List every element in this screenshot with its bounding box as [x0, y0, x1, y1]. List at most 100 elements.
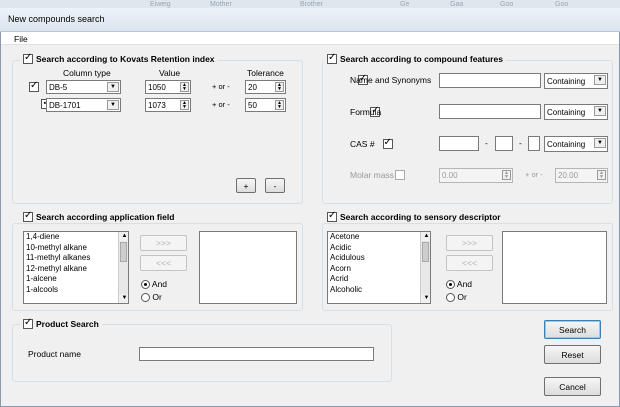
spin-arrows-icon[interactable]: ▲ ▼ — [180, 100, 189, 110]
cas-separator-2: - — [519, 138, 522, 148]
formula-label: Formula — [350, 107, 382, 117]
list-item[interactable]: Acorn — [328, 264, 430, 275]
cas-part-1-input[interactable] — [439, 136, 479, 151]
value-input-1[interactable]: 1050 ▲ ▼ — [145, 80, 191, 94]
list-item[interactable]: Alcoholic — [328, 285, 430, 296]
molar-mass-input[interactable]: 0.00 ▲ ▼ — [439, 168, 513, 183]
spin-arrows-icon[interactable]: ▲ ▼ — [275, 100, 284, 110]
scroll-thumb[interactable] — [422, 242, 429, 262]
spin-arrows-icon[interactable]: ▲ ▼ — [275, 82, 284, 92]
sensory-remove-button[interactable]: <<< — [446, 255, 493, 271]
cas-mode-select[interactable]: Containing ▼ — [544, 136, 608, 152]
value-text-2: 1073 — [148, 100, 166, 110]
cas-checkbox[interactable] — [382, 137, 393, 149]
search-button[interactable]: Search — [544, 320, 601, 339]
menu-bar — [1, 32, 619, 45]
application-list-scrollbar[interactable]: ▲ ▼ — [118, 232, 128, 303]
cancel-button[interactable]: Cancel — [544, 377, 601, 396]
name-synonyms-label: Name and Synonyms — [350, 75, 432, 85]
chevron-down-icon[interactable]: ▼ — [107, 100, 119, 110]
formula-input[interactable] — [439, 104, 541, 119]
sensory-and-label: And — [456, 279, 473, 289]
application-list[interactable]: 1,4-diene 10-methyl alkane 11-methyl alk… — [23, 231, 129, 304]
tolerance-input-1[interactable]: 20 ▲ ▼ — [245, 80, 286, 94]
product-name-input[interactable] — [139, 347, 374, 361]
product-group-header: Product Search — [20, 317, 102, 329]
product-checkbox[interactable] — [23, 317, 33, 329]
sensory-selected-list[interactable] — [502, 231, 607, 304]
list-item[interactable]: Acidulous — [328, 253, 430, 264]
radio-selected-icon[interactable] — [446, 280, 455, 290]
plus-or-minus-label-2: + or - — [212, 100, 230, 109]
formula-mode-select[interactable]: Containing ▼ — [544, 104, 608, 120]
cas-part-3-input[interactable] — [528, 136, 540, 151]
column-type-select-1[interactable]: DB-5 ▼ — [46, 80, 121, 94]
application-or-option[interactable]: Or — [141, 292, 162, 303]
sensory-group-header: Search according to sensory descriptor — [324, 210, 504, 222]
molar-mass-checkbox[interactable] — [394, 170, 405, 180]
list-item[interactable]: Acidic — [328, 243, 430, 254]
cas-part-2-input[interactable] — [495, 136, 513, 151]
list-item[interactable]: 11-methyl alkanes — [24, 253, 128, 264]
remove-column-button[interactable]: - — [265, 178, 285, 193]
name-mode-value: Containing — [547, 76, 586, 86]
column-type-select-2[interactable]: DB-1701 ▼ — [46, 98, 121, 112]
column-type-value-2: DB-1701 — [49, 100, 81, 110]
scroll-down-icon[interactable]: ▼ — [421, 294, 430, 303]
molar-tolerance-value: 20.00 — [558, 171, 579, 180]
scroll-down-icon[interactable]: ▼ — [119, 294, 128, 303]
application-group-header: Search according application field — [20, 210, 178, 222]
application-selected-list[interactable] — [199, 231, 297, 304]
sensory-or-option[interactable]: Or — [446, 292, 467, 303]
chevron-down-icon[interactable]: ▼ — [107, 82, 119, 92]
column-type-value-1: DB-5 — [49, 82, 68, 92]
product-title: Product Search — [36, 319, 99, 329]
list-item[interactable]: Acrid — [328, 274, 430, 285]
scroll-up-icon[interactable]: ▲ — [119, 232, 128, 241]
plus-or-minus-label-1: + or - — [212, 82, 230, 91]
cas-label: CAS # — [350, 139, 375, 149]
list-item[interactable]: Acetone — [328, 232, 430, 243]
tolerance-input-2[interactable]: 50 ▲ ▼ — [245, 98, 286, 112]
scroll-thumb[interactable] — [120, 242, 127, 262]
kovats-row-1-checkbox[interactable] — [29, 80, 39, 92]
list-item[interactable]: 1-alcools — [24, 285, 128, 296]
application-remove-button[interactable]: <<< — [140, 255, 187, 271]
spin-arrows-icon[interactable]: ▲ ▼ — [180, 82, 189, 92]
application-checkbox[interactable] — [23, 210, 33, 222]
list-item[interactable]: 12-methyl alkane — [24, 264, 128, 275]
sensory-checkbox[interactable] — [327, 210, 337, 222]
name-mode-select[interactable]: Containing ▼ — [544, 73, 608, 89]
radio-icon[interactable] — [446, 293, 455, 303]
radio-selected-icon[interactable] — [141, 280, 150, 290]
chevron-down-icon[interactable]: ▼ — [594, 138, 606, 148]
kovats-title: Search according to Kovats Retention ind… — [36, 54, 215, 64]
scroll-up-icon[interactable]: ▲ — [421, 232, 430, 241]
features-checkbox[interactable] — [327, 52, 337, 64]
sensory-and-option[interactable]: And — [446, 279, 473, 290]
reset-button[interactable]: Reset — [544, 345, 601, 364]
menu-file[interactable]: File — [14, 34, 28, 44]
product-name-label: Product name — [28, 349, 81, 359]
spin-arrows-icon[interactable]: ▲ ▼ — [502, 170, 511, 180]
sensory-add-button[interactable]: >>> — [446, 235, 493, 251]
list-item[interactable]: 10-methyl alkane — [24, 243, 128, 254]
tolerance-header: Tolerance — [247, 68, 284, 78]
list-item[interactable]: 1,4-diene — [24, 232, 128, 243]
application-add-button[interactable]: >>> — [140, 235, 187, 251]
chevron-down-icon[interactable]: ▼ — [594, 106, 606, 116]
list-item[interactable]: 1-alcene — [24, 274, 128, 285]
sensory-list-scrollbar[interactable]: ▲ ▼ — [420, 232, 430, 303]
name-synonyms-input[interactable] — [439, 73, 541, 88]
spin-arrows-icon[interactable]: ▲ ▼ — [597, 170, 606, 180]
sensory-list[interactable]: Acetone Acidic Acidulous Acorn Acrid Alc… — [327, 231, 431, 304]
application-title: Search according application field — [36, 212, 175, 222]
value-input-2[interactable]: 1073 ▲ ▼ — [145, 98, 191, 112]
add-column-button[interactable]: + — [236, 178, 256, 193]
molar-tolerance-input[interactable]: 20.00 ▲ ▼ — [555, 168, 608, 183]
application-and-option[interactable]: And — [141, 279, 167, 290]
chevron-down-icon[interactable]: ▼ — [594, 75, 606, 85]
value-header: Value — [159, 68, 181, 78]
kovats-checkbox[interactable] — [23, 52, 33, 64]
radio-icon[interactable] — [141, 293, 150, 303]
